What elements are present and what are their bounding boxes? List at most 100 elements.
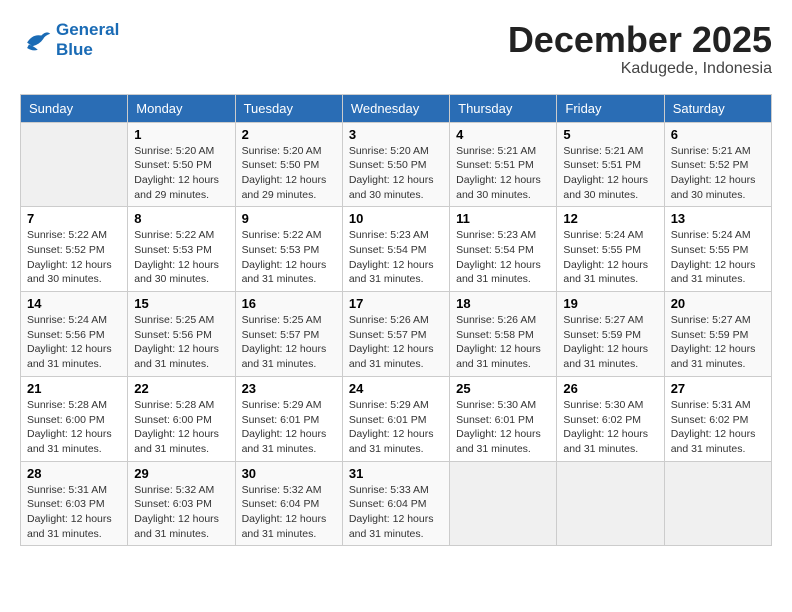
calendar-cell: 6 Sunrise: 5:21 AM Sunset: 5:52 PM Daylig… <box>664 122 771 207</box>
day-info: Sunrise: 5:27 AM Sunset: 5:59 PM Dayligh… <box>563 313 657 372</box>
calendar-cell: 22Sunrise: 5:28 AM Sunset: 6:00 PM Dayli… <box>128 376 235 461</box>
day-number: 23 <box>242 381 336 396</box>
calendar-cell: 12 Sunrise: 5:24 AM Sunset: 5:55 PM Dayli… <box>557 207 664 292</box>
day-number: 22 <box>134 381 228 396</box>
day-info: Sunrise: 5:26 AM Sunset: 5:57 PM Dayligh… <box>349 313 443 372</box>
calendar-cell: 15 Sunrise: 5:25 AM Sunset: 5:56 PM Dayli… <box>128 292 235 377</box>
day-number: 5 <box>563 127 657 142</box>
calendar-cell: 25 Sunrise: 5:30 AM Sunset: 6:01 PM Dayli… <box>450 376 557 461</box>
logo-bird-icon <box>20 26 52 54</box>
calendar-cell: 29 Sunrise: 5:32 AM Sunset: 6:03 PM Dayli… <box>128 461 235 546</box>
title-block: December 2025 Kadugede, Indonesia <box>508 20 772 78</box>
day-info: Sunrise: 5:29 AM Sunset: 6:01 PM Dayligh… <box>242 398 336 457</box>
day-info: Sunrise: 5:30 AM Sunset: 6:01 PM Dayligh… <box>456 398 550 457</box>
day-info: Sunrise: 5:21 AM Sunset: 5:51 PM Dayligh… <box>456 144 550 203</box>
calendar-cell: 26Sunrise: 5:30 AM Sunset: 6:02 PM Dayli… <box>557 376 664 461</box>
calendar-cell: 13 Sunrise: 5:24 AM Sunset: 5:55 PM Dayli… <box>664 207 771 292</box>
calendar-week-row: 28 Sunrise: 5:31 AM Sunset: 6:03 PM Dayli… <box>21 461 772 546</box>
calendar-cell: 14Sunrise: 5:24 AM Sunset: 5:56 PM Dayli… <box>21 292 128 377</box>
day-number: 10 <box>349 211 443 226</box>
calendar-cell: 1 Sunrise: 5:20 AM Sunset: 5:50 PM Daylig… <box>128 122 235 207</box>
day-number: 25 <box>456 381 550 396</box>
day-number: 15 <box>134 296 228 311</box>
calendar-cell: 31 Sunrise: 5:33 AM Sunset: 6:04 PM Dayli… <box>342 461 449 546</box>
day-number: 11 <box>456 211 550 226</box>
calendar-cell: 23 Sunrise: 5:29 AM Sunset: 6:01 PM Dayli… <box>235 376 342 461</box>
day-info: Sunrise: 5:31 AM Sunset: 6:02 PM Dayligh… <box>671 398 765 457</box>
day-number: 4 <box>456 127 550 142</box>
calendar-cell: 4 Sunrise: 5:21 AM Sunset: 5:51 PM Daylig… <box>450 122 557 207</box>
calendar-cell: 11 Sunrise: 5:23 AM Sunset: 5:54 PM Dayli… <box>450 207 557 292</box>
weekday-header: Saturday <box>664 94 771 122</box>
day-number: 19 <box>563 296 657 311</box>
day-info: Sunrise: 5:26 AM Sunset: 5:58 PM Dayligh… <box>456 313 550 372</box>
day-info: Sunrise: 5:23 AM Sunset: 5:54 PM Dayligh… <box>349 228 443 287</box>
day-number: 14 <box>27 296 121 311</box>
calendar-cell: 5 Sunrise: 5:21 AM Sunset: 5:51 PM Daylig… <box>557 122 664 207</box>
calendar-cell: 24 Sunrise: 5:29 AM Sunset: 6:01 PM Dayli… <box>342 376 449 461</box>
day-info: Sunrise: 5:25 AM Sunset: 5:56 PM Dayligh… <box>134 313 228 372</box>
day-info: Sunrise: 5:23 AM Sunset: 5:54 PM Dayligh… <box>456 228 550 287</box>
calendar-cell: 10 Sunrise: 5:23 AM Sunset: 5:54 PM Dayli… <box>342 207 449 292</box>
day-info: Sunrise: 5:27 AM Sunset: 5:59 PM Dayligh… <box>671 313 765 372</box>
day-number: 26 <box>563 381 657 396</box>
day-number: 27 <box>671 381 765 396</box>
weekday-header-row: SundayMondayTuesdayWednesdayThursdayFrid… <box>21 94 772 122</box>
weekday-header: Sunday <box>21 94 128 122</box>
day-info: Sunrise: 5:22 AM Sunset: 5:53 PM Dayligh… <box>134 228 228 287</box>
day-number: 29 <box>134 466 228 481</box>
day-number: 21 <box>27 381 121 396</box>
calendar-week-row: 7 Sunrise: 5:22 AM Sunset: 5:52 PM Daylig… <box>21 207 772 292</box>
calendar-cell: 30Sunrise: 5:32 AM Sunset: 6:04 PM Dayli… <box>235 461 342 546</box>
day-number: 16 <box>242 296 336 311</box>
calendar-cell: 7 Sunrise: 5:22 AM Sunset: 5:52 PM Daylig… <box>21 207 128 292</box>
day-info: Sunrise: 5:22 AM Sunset: 5:52 PM Dayligh… <box>27 228 121 287</box>
day-number: 18 <box>456 296 550 311</box>
calendar-cell: 20 Sunrise: 5:27 AM Sunset: 5:59 PM Dayli… <box>664 292 771 377</box>
day-number: 24 <box>349 381 443 396</box>
day-number: 20 <box>671 296 765 311</box>
logo: General Blue <box>20 20 119 59</box>
day-number: 31 <box>349 466 443 481</box>
day-info: Sunrise: 5:33 AM Sunset: 6:04 PM Dayligh… <box>349 483 443 542</box>
day-info: Sunrise: 5:32 AM Sunset: 6:03 PM Dayligh… <box>134 483 228 542</box>
day-info: Sunrise: 5:20 AM Sunset: 5:50 PM Dayligh… <box>134 144 228 203</box>
day-info: Sunrise: 5:31 AM Sunset: 6:03 PM Dayligh… <box>27 483 121 542</box>
day-info: Sunrise: 5:28 AM Sunset: 6:00 PM Dayligh… <box>27 398 121 457</box>
calendar-cell: 3 Sunrise: 5:20 AM Sunset: 5:50 PM Daylig… <box>342 122 449 207</box>
day-number: 13 <box>671 211 765 226</box>
day-info: Sunrise: 5:20 AM Sunset: 5:50 PM Dayligh… <box>349 144 443 203</box>
day-info: Sunrise: 5:22 AM Sunset: 5:53 PM Dayligh… <box>242 228 336 287</box>
day-number: 3 <box>349 127 443 142</box>
calendar-cell <box>21 122 128 207</box>
day-info: Sunrise: 5:24 AM Sunset: 5:55 PM Dayligh… <box>671 228 765 287</box>
day-number: 2 <box>242 127 336 142</box>
calendar-cell: 2Sunrise: 5:20 AM Sunset: 5:50 PM Daylig… <box>235 122 342 207</box>
calendar-cell: 21 Sunrise: 5:28 AM Sunset: 6:00 PM Dayli… <box>21 376 128 461</box>
weekday-header: Thursday <box>450 94 557 122</box>
page-header: General Blue December 2025 Kadugede, Ind… <box>20 20 772 78</box>
day-info: Sunrise: 5:21 AM Sunset: 5:52 PM Dayligh… <box>671 144 765 203</box>
calendar-cell: 16Sunrise: 5:25 AM Sunset: 5:57 PM Dayli… <box>235 292 342 377</box>
day-number: 1 <box>134 127 228 142</box>
day-info: Sunrise: 5:24 AM Sunset: 5:55 PM Dayligh… <box>563 228 657 287</box>
day-info: Sunrise: 5:32 AM Sunset: 6:04 PM Dayligh… <box>242 483 336 542</box>
location: Kadugede, Indonesia <box>508 60 772 78</box>
calendar-cell <box>557 461 664 546</box>
calendar-cell: 19 Sunrise: 5:27 AM Sunset: 5:59 PM Dayli… <box>557 292 664 377</box>
calendar-week-row: 14Sunrise: 5:24 AM Sunset: 5:56 PM Dayli… <box>21 292 772 377</box>
month-title: December 2025 <box>508 20 772 60</box>
weekday-header: Wednesday <box>342 94 449 122</box>
day-number: 6 <box>671 127 765 142</box>
calendar-cell: 8Sunrise: 5:22 AM Sunset: 5:53 PM Daylig… <box>128 207 235 292</box>
day-number: 28 <box>27 466 121 481</box>
calendar-cell <box>664 461 771 546</box>
day-info: Sunrise: 5:21 AM Sunset: 5:51 PM Dayligh… <box>563 144 657 203</box>
day-number: 12 <box>563 211 657 226</box>
calendar-cell: 9Sunrise: 5:22 AM Sunset: 5:53 PM Daylig… <box>235 207 342 292</box>
day-info: Sunrise: 5:29 AM Sunset: 6:01 PM Dayligh… <box>349 398 443 457</box>
day-number: 7 <box>27 211 121 226</box>
calendar-week-row: 21 Sunrise: 5:28 AM Sunset: 6:00 PM Dayli… <box>21 376 772 461</box>
calendar-week-row: 1 Sunrise: 5:20 AM Sunset: 5:50 PM Daylig… <box>21 122 772 207</box>
weekday-header: Monday <box>128 94 235 122</box>
